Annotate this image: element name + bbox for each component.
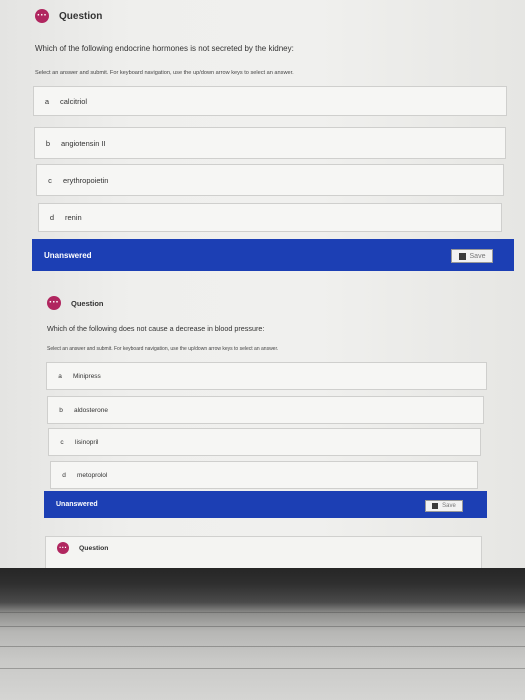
option-letter: c [60,438,64,446]
answer-option-b[interactable]: b angiotensin II [34,127,506,159]
status-bar: Unanswered [32,239,514,271]
save-button[interactable]: Save [425,500,463,512]
question-1-header: ··· Question [35,9,102,23]
screen: ··· Question Which of the following endo… [0,0,525,570]
answer-option-c[interactable]: c lisinopril [48,428,481,456]
question-title: Question [59,10,103,22]
answer-option-a[interactable]: a Minipress [46,362,487,390]
option-text: calcitriol [60,96,88,106]
option-text: angiotensin II [61,138,106,148]
option-letter: b [59,406,63,414]
ellipsis-icon: ··· [47,296,61,310]
option-text: lisinopril [75,438,99,446]
option-letter: a [58,372,62,380]
question-3-card [45,536,482,570]
ellipsis-icon: ··· [35,9,49,23]
option-text: aldosterone [74,406,108,414]
option-text: renin [65,213,82,222]
status-bar: Unanswered [44,491,487,518]
question-instruction: Select an answer and submit. For keyboar… [35,70,294,76]
option-text: metoprolol [77,471,108,479]
answer-option-a[interactable]: a calcitriol [33,86,507,116]
save-label: Save [442,503,456,509]
question-title: Question [79,544,109,552]
ellipsis-icon: ··· [57,542,69,554]
option-text: erythropoietin [63,175,109,185]
option-letter: c [48,175,52,185]
save-label: Save [469,252,486,260]
question-prompt: Which of the following does not cause a … [47,324,265,333]
status-label: Unanswered [56,501,98,508]
option-text: Minipress [73,372,101,380]
save-icon [458,252,466,260]
status-label: Unanswered [44,250,92,260]
option-letter: a [44,96,50,106]
answer-option-d[interactable]: d metoprolol [50,461,478,489]
answer-option-b[interactable]: b aldosterone [47,396,484,424]
question-instruction: Select an answer and submit. For keyboar… [47,346,279,352]
option-letter: d [49,213,55,222]
option-letter: b [45,138,51,148]
question-prompt: Which of the following endocrine hormone… [35,44,294,53]
answer-option-d[interactable]: d renin [38,203,502,232]
question-3-header: ··· Question [57,542,108,554]
question-title: Question [71,298,104,308]
save-button[interactable]: Save [451,249,493,263]
answer-option-c[interactable]: c erythropoietin [36,164,504,196]
save-icon [432,503,439,509]
question-2-header: ··· Question [47,296,104,310]
option-letter: d [62,471,66,479]
laptop-bezel [0,568,525,700]
